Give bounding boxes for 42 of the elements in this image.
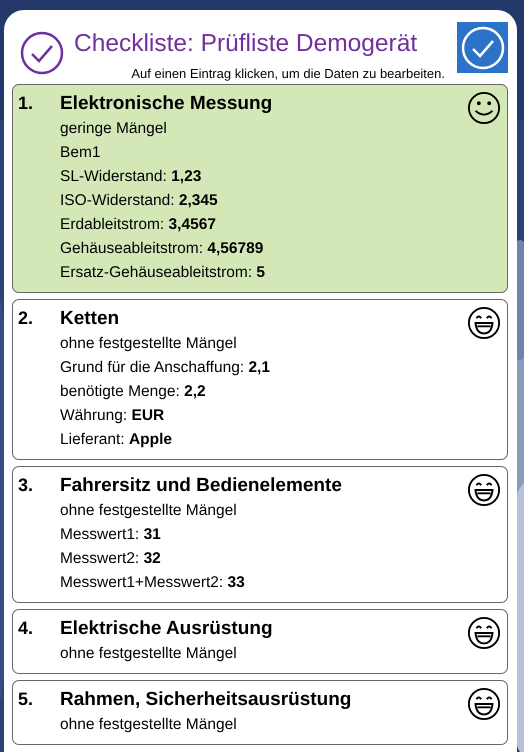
grinning-face-icon: [467, 616, 501, 650]
item-number: 2.: [18, 307, 34, 330]
grinning-face-icon: [467, 306, 501, 340]
checklist-item[interactable]: 2. Ketten ohne festgestellte Mängel Grund für die Anschaffung: 2,1 benötigte Menge: 2,2 Währung: EUR Lieferant: Apple: [12, 299, 508, 460]
grinning-face-icon: [467, 687, 501, 721]
item-title: Rahmen, Sicherheitsausrüstung: [60, 688, 352, 712]
item-detail: Bem1: [60, 143, 102, 163]
item-detail: ISO-Widerstand: 2,345: [60, 191, 219, 211]
checklist-item[interactable]: 3. Fahrersitz und Bedienelemente ohne festgestellte Mängel Messwert1: 31 Messwert2: 32 Messwert1+Messwert2: 33: [12, 466, 508, 603]
item-number: 3.: [18, 474, 34, 497]
item-number: 4.: [18, 617, 34, 640]
item-number: 5.: [18, 688, 34, 711]
item-detail: Lieferant: Apple: [60, 430, 174, 450]
item-status: ohne festgestellte Mängel: [60, 644, 238, 664]
item-detail: Messwert1: 31: [60, 525, 162, 545]
item-number: 1.: [18, 92, 34, 115]
confirm-all-button[interactable]: [457, 22, 508, 73]
item-detail: Erdableitstrom: 3,4567: [60, 215, 217, 235]
checklist-item[interactable]: 4. Elektrische Ausrüstung ohne festgestellte Mängel: [12, 609, 508, 674]
checklist-item[interactable]: 1. Elektronische Messung geringe Mängel Bem1 SL-Widerstand: 1,23 ISO-Widerstand: 2,345 Erdableitstrom: 3,4567 Gehäuseableitstrom: 4,56789 Ersatz-Gehäuseableitstrom: 5: [12, 84, 508, 293]
item-status: geringe Mängel: [60, 119, 168, 139]
item-detail: Ersatz-Gehäuseableitstrom: 5: [60, 263, 266, 283]
smiley-icon: [467, 91, 501, 125]
checklist-item[interactable]: 5. Rahmen, Sicherheitsausrüstung ohne festgestellte Mängel: [12, 680, 508, 745]
item-title: Fahrersitz und Bedienelemente: [60, 474, 343, 498]
item-detail: Grund für die Anschaffung: 2,1: [60, 358, 271, 378]
page-title: Checkliste: Prüfliste Demogerät: [74, 30, 418, 58]
item-detail: SL-Widerstand: 1,23: [60, 167, 202, 187]
item-detail: Währung: EUR: [60, 406, 166, 426]
grinning-face-icon: [467, 473, 501, 507]
item-title: Ketten: [60, 307, 120, 331]
item-detail: benötigte Menge: 2,2: [60, 382, 207, 402]
item-detail: Gehäuseableitstrom: 4,56789: [60, 239, 264, 259]
item-status: ohne festgestellte Mängel: [60, 715, 238, 735]
item-status: ohne festgestellte Mängel: [60, 501, 238, 521]
check-circle-icon: [20, 31, 64, 75]
instruction-text: Auf einen Eintrag klicken, um die Daten zu bearbeiten.: [131, 66, 445, 81]
item-detail: Messwert2: 32: [60, 549, 162, 569]
item-title: Elektrische Ausrüstung: [60, 617, 274, 641]
item-detail: Messwert1+Messwert2: 33: [60, 573, 246, 593]
item-title: Elektronische Messung: [60, 92, 274, 116]
item-status: ohne festgestellte Mängel: [60, 334, 238, 354]
